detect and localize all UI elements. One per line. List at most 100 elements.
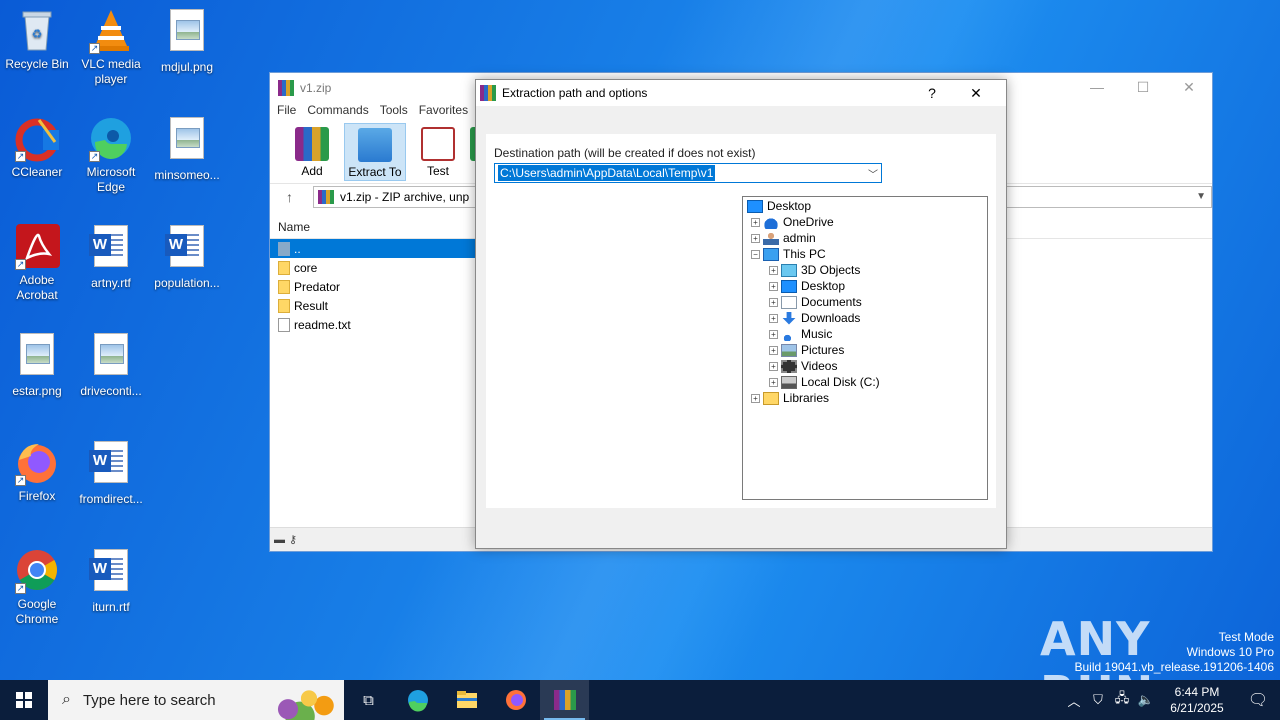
desktop-icon-label: iturn.rtf [92, 600, 130, 614]
taskbar-file-explorer[interactable] [442, 680, 491, 720]
desktop-icon-ccleaner[interactable]: ↗ CCleaner [0, 114, 74, 180]
tree-item-onedrive[interactable]: + OneDrive [743, 214, 987, 230]
desktop-icon-label: driveconti... [80, 384, 142, 398]
minimize-icon[interactable]: — [1074, 73, 1120, 101]
tree-item-this-pc[interactable]: − This PC [743, 246, 987, 262]
taskbar-search[interactable]: ⌕ Type here to search [48, 680, 344, 720]
close-button[interactable]: ✕ [954, 82, 998, 104]
dialog-controls: ? ✕ [910, 82, 998, 104]
word-document-icon: W [163, 225, 211, 273]
desktop-icon-minsomeo[interactable]: minsomeo... [150, 114, 224, 183]
menu-tools[interactable]: Tools [380, 103, 408, 121]
taskbar-firefox[interactable] [491, 680, 540, 720]
test-button[interactable]: Test [410, 123, 466, 181]
notification-icon[interactable]: 🗨 [1236, 690, 1280, 710]
winrar-icon [480, 85, 496, 101]
desktop-icon-mdjul[interactable]: mdjul.png [150, 6, 224, 75]
add-button[interactable]: Add [284, 123, 340, 181]
desktop-icon-estar[interactable]: estar.png [0, 330, 74, 399]
network-icon[interactable]: 🖧 [1110, 689, 1134, 711]
start-button[interactable] [0, 680, 48, 720]
maximize-icon[interactable]: ☐ [1120, 73, 1166, 101]
list-item[interactable]: .. [270, 239, 476, 258]
winrar-icon [553, 690, 576, 710]
expand-icon[interactable]: + [751, 393, 760, 403]
desktop-icon-firefox[interactable]: ↗ Firefox [0, 438, 74, 504]
tree-item-pictures[interactable]: + Pictures [743, 342, 987, 358]
clock[interactable]: 6:44 PM 6/21/2025 [1158, 684, 1236, 716]
expand-icon[interactable]: + [751, 217, 760, 227]
drive-icon[interactable]: ▬ [274, 534, 285, 546]
expand-icon[interactable]: + [769, 265, 778, 275]
libraries-icon [763, 391, 779, 405]
tree-label: Desktop [767, 199, 812, 213]
desktop-icon-acrobat[interactable]: ↗ Adobe Acrobat [0, 222, 74, 303]
desktop-icon-vlc[interactable]: ↗ VLC media player [74, 6, 148, 87]
search-icon: ⌕ [62, 691, 71, 708]
test-mode-text: Test Mode [1218, 630, 1274, 644]
expand-icon[interactable]: + [769, 361, 778, 371]
tree-item-3d-objects[interactable]: + 3D Objects [743, 262, 987, 278]
chevron-down-icon[interactable]: ▼ [1196, 191, 1206, 202]
expand-icon[interactable]: + [769, 377, 778, 387]
file-name: Predator [294, 279, 341, 294]
image-file-icon [87, 333, 135, 381]
expand-icon[interactable]: + [769, 281, 778, 291]
taskbar-winrar[interactable] [540, 680, 589, 720]
edge-icon: ↗ [87, 114, 135, 162]
desktop-icon-artny[interactable]: W artny.rtf [74, 222, 148, 291]
chevron-down-icon[interactable]: ﹀ [865, 166, 881, 181]
tree-item-libraries[interactable]: + Libraries [743, 390, 987, 406]
desktop-icon-iturn[interactable]: W iturn.rtf [74, 546, 148, 615]
tree-item-desktop-folder[interactable]: + Desktop [743, 278, 987, 294]
tree-item-downloads[interactable]: + Downloads [743, 310, 987, 326]
help-button[interactable]: ? [910, 82, 954, 104]
expand-icon[interactable]: + [751, 233, 760, 243]
destination-path-label: Destination path (will be created if doe… [494, 146, 756, 160]
tree-item-videos[interactable]: + Videos [743, 358, 987, 374]
tree-item-music[interactable]: + Music [743, 326, 987, 342]
chevron-up-icon[interactable]: ︿ [1062, 691, 1086, 710]
parent-folder-icon [278, 241, 290, 256]
menu-favorites[interactable]: Favorites [419, 103, 468, 121]
desktop-icon-population[interactable]: W population... [150, 222, 224, 291]
test-clipboard-icon [421, 127, 455, 161]
extract-to-button[interactable]: Extract To [344, 123, 406, 181]
taskbar-edge[interactable] [393, 680, 442, 720]
expand-icon[interactable]: + [769, 297, 778, 307]
file-name: readme.txt [294, 317, 351, 332]
expand-icon[interactable]: + [769, 313, 778, 323]
tree-item-admin[interactable]: + admin [743, 230, 987, 246]
tree-item-documents[interactable]: + Documents [743, 294, 987, 310]
folder-icon [278, 298, 290, 313]
computer-icon [763, 247, 779, 261]
desktop-icon [781, 279, 797, 293]
desktop-icon-driveconti[interactable]: driveconti... [74, 330, 148, 399]
collapse-icon[interactable]: − [751, 249, 760, 259]
expand-icon[interactable]: + [769, 329, 778, 339]
expand-icon[interactable]: + [769, 345, 778, 355]
key-icon[interactable]: ⚷ [289, 533, 297, 546]
desktop-icon-edge[interactable]: ↗ Microsoft Edge [74, 114, 148, 195]
task-view-button[interactable]: ⧉ [344, 680, 393, 720]
firefox-icon: ↗ [13, 438, 61, 486]
volume-icon[interactable]: 🔈 [1134, 692, 1158, 708]
security-icon[interactable]: ⛉ [1086, 692, 1110, 708]
menu-file[interactable]: File [277, 103, 296, 121]
desktop-icon-fromdirect[interactable]: W fromdirect... [74, 438, 148, 507]
search-placeholder: Type here to search [82, 691, 216, 709]
tree-item-desktop[interactable]: Desktop [743, 198, 987, 214]
tree-item-local-disk[interactable]: + Local Disk (C:) [743, 374, 987, 390]
desktop-icon-chrome[interactable]: ↗ Google Chrome [0, 546, 74, 627]
destination-path-combobox[interactable]: C:\Users\admin\AppData\Local\Temp\v1 ﹀ [494, 163, 882, 183]
desktop-icon-label: CCleaner [11, 165, 63, 179]
user-icon [763, 231, 779, 245]
desktop-icon-recycle-bin[interactable]: ♻ Recycle Bin [0, 6, 74, 72]
menu-commands[interactable]: Commands [307, 103, 368, 121]
column-name-label: Name [278, 219, 311, 234]
tree-label: Downloads [801, 311, 861, 325]
close-icon[interactable]: ✕ [1166, 73, 1212, 101]
tree-label: 3D Objects [801, 263, 861, 277]
up-arrow-icon[interactable]: ↑ [286, 189, 293, 205]
dialog-title: Extraction path and options [502, 86, 648, 100]
